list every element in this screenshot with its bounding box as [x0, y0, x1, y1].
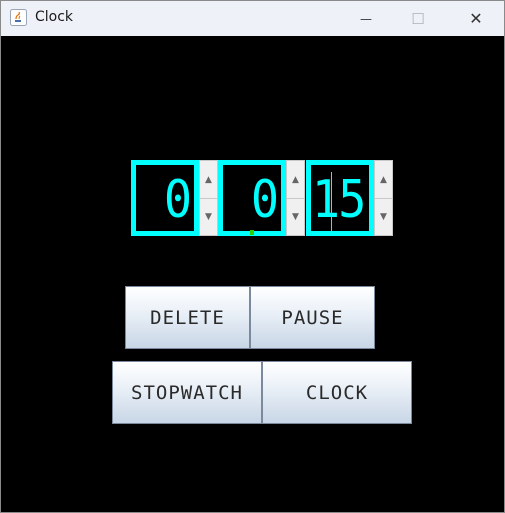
window-title: Clock — [35, 9, 74, 25]
hours-up-arrow-icon[interactable]: ▲ — [200, 161, 217, 199]
seconds-down-arrow-icon[interactable]: ▼ — [375, 198, 392, 235]
focus-indicator — [250, 230, 254, 235]
minutes-field[interactable]: 0 — [218, 160, 286, 236]
seconds-field[interactable]: 15 — [306, 160, 374, 236]
clock-button[interactable]: CLOCK — [262, 361, 412, 424]
down-arrow-glyph: ▼ — [205, 211, 212, 222]
stopwatch-button[interactable]: STOPWATCH — [112, 361, 262, 424]
seconds-up-arrow-icon[interactable]: ▲ — [375, 161, 392, 199]
minutes-arrows: ▲ ▼ — [286, 160, 305, 236]
hours-arrows: ▲ ▼ — [199, 160, 218, 236]
up-arrow-glyph: ▲ — [380, 174, 387, 185]
close-icon: ✕ — [469, 9, 483, 28]
seconds-value: 15 — [312, 170, 367, 230]
minimize-button[interactable]: — — [343, 1, 389, 36]
hours-field[interactable]: 0 — [131, 160, 199, 236]
maximize-button[interactable]: ☐ — [395, 1, 441, 36]
up-arrow-glyph: ▲ — [292, 174, 299, 185]
delete-button[interactable]: DELETE — [125, 286, 250, 349]
pause-button[interactable]: PAUSE — [250, 286, 375, 349]
java-app-icon — [10, 9, 27, 26]
down-arrow-glyph: ▼ — [380, 211, 387, 222]
hours-down-arrow-icon[interactable]: ▼ — [200, 198, 217, 235]
minutes-up-arrow-icon[interactable]: ▲ — [287, 161, 304, 199]
seconds-arrows: ▲ ▼ — [374, 160, 393, 236]
minimize-icon: — — [360, 11, 372, 26]
clock-window: Clock — ☐ ✕ 0 ▲ ▼ 0 ▲ ▼ 15 ▲ ▼ DELETE PA… — [0, 0, 505, 513]
minutes-down-arrow-icon[interactable]: ▼ — [287, 198, 304, 235]
hours-value: 0 — [163, 170, 192, 230]
maximize-icon: ☐ — [411, 9, 425, 28]
title-bar[interactable]: Clock — ☐ ✕ — [1, 1, 504, 36]
up-arrow-glyph: ▲ — [205, 174, 212, 185]
down-arrow-glyph: ▼ — [292, 211, 299, 222]
clock-panel: 0 ▲ ▼ 0 ▲ ▼ 15 ▲ ▼ DELETE PAUSE STOPWATC… — [1, 36, 504, 512]
minutes-value: 0 — [250, 170, 279, 230]
close-button[interactable]: ✕ — [453, 1, 499, 36]
